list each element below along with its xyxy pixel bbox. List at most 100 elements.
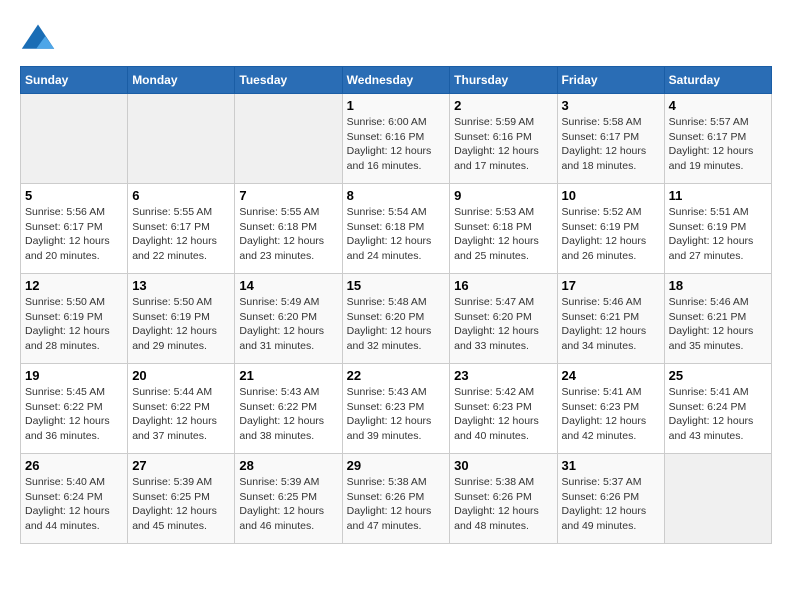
week-row-5: 26 Sunrise: 5:40 AM Sunset: 6:24 PM Dayli… xyxy=(21,454,772,544)
day-cell: 8Sunrise: 5:54 AM Sunset: 6:18 PM Daylig… xyxy=(342,184,450,274)
day-cell: 1 Sunrise: 6:00 AM Sunset: 6:16 PM Daylig… xyxy=(342,94,450,184)
day-number: 3 xyxy=(562,98,660,113)
day-info: Sunrise: 5:40 AM Sunset: 6:24 PM Dayligh… xyxy=(25,475,123,534)
weekday-tuesday: Tuesday xyxy=(235,67,342,94)
day-info: Sunrise: 5:46 AM Sunset: 6:21 PM Dayligh… xyxy=(669,295,767,354)
day-cell xyxy=(235,94,342,184)
day-number: 14 xyxy=(239,278,337,293)
day-number: 11 xyxy=(669,188,767,203)
day-cell: 15 Sunrise: 5:48 AM Sunset: 6:20 PM Dayli… xyxy=(342,274,450,364)
day-cell: 20Sunrise: 5:44 AM Sunset: 6:22 PM Dayli… xyxy=(128,364,235,454)
day-number: 9 xyxy=(454,188,552,203)
day-info: Sunrise: 5:39 AM Sunset: 6:25 PM Dayligh… xyxy=(132,475,230,534)
weekday-friday: Friday xyxy=(557,67,664,94)
day-number: 23 xyxy=(454,368,552,383)
day-number: 5 xyxy=(25,188,123,203)
day-info: Sunrise: 5:46 AM Sunset: 6:21 PM Dayligh… xyxy=(562,295,660,354)
day-info: Sunrise: 5:37 AM Sunset: 6:26 PM Dayligh… xyxy=(562,475,660,534)
day-number: 7 xyxy=(239,188,337,203)
day-cell: 27 Sunrise: 5:39 AM Sunset: 6:25 PM Dayli… xyxy=(128,454,235,544)
day-number: 4 xyxy=(669,98,767,113)
calendar-header: SundayMondayTuesdayWednesdayThursdayFrid… xyxy=(21,67,772,94)
day-cell: 9 Sunrise: 5:53 AM Sunset: 6:18 PM Daylig… xyxy=(450,184,557,274)
day-info: Sunrise: 5:52 AM Sunset: 6:19 PM Dayligh… xyxy=(562,205,660,264)
day-info: Sunrise: 5:58 AM Sunset: 6:17 PM Dayligh… xyxy=(562,115,660,174)
day-cell: 11 Sunrise: 5:51 AM Sunset: 6:19 PM Dayli… xyxy=(664,184,771,274)
day-cell: 12Sunrise: 5:50 AM Sunset: 6:19 PM Dayli… xyxy=(21,274,128,364)
day-info: Sunrise: 5:38 AM Sunset: 6:26 PM Dayligh… xyxy=(347,475,446,534)
day-cell: 19 Sunrise: 5:45 AM Sunset: 6:22 PM Dayli… xyxy=(21,364,128,454)
day-info: Sunrise: 5:41 AM Sunset: 6:24 PM Dayligh… xyxy=(669,385,767,444)
day-number: 15 xyxy=(347,278,446,293)
day-cell: 6 Sunrise: 5:55 AM Sunset: 6:17 PM Daylig… xyxy=(128,184,235,274)
day-cell: 26 Sunrise: 5:40 AM Sunset: 6:24 PM Dayli… xyxy=(21,454,128,544)
day-info: Sunrise: 5:57 AM Sunset: 6:17 PM Dayligh… xyxy=(669,115,767,174)
day-info: Sunrise: 5:45 AM Sunset: 6:22 PM Dayligh… xyxy=(25,385,123,444)
day-cell: 4 Sunrise: 5:57 AM Sunset: 6:17 PM Daylig… xyxy=(664,94,771,184)
day-cell: 5 Sunrise: 5:56 AM Sunset: 6:17 PM Daylig… xyxy=(21,184,128,274)
day-info: Sunrise: 5:43 AM Sunset: 6:23 PM Dayligh… xyxy=(347,385,446,444)
day-number: 2 xyxy=(454,98,552,113)
day-info: Sunrise: 5:50 AM Sunset: 6:19 PM Dayligh… xyxy=(25,295,123,354)
day-number: 6 xyxy=(132,188,230,203)
day-number: 27 xyxy=(132,458,230,473)
calendar-body: 1 Sunrise: 6:00 AM Sunset: 6:16 PM Daylig… xyxy=(21,94,772,544)
day-cell xyxy=(21,94,128,184)
day-info: Sunrise: 5:59 AM Sunset: 6:16 PM Dayligh… xyxy=(454,115,552,174)
day-cell: 18 Sunrise: 5:46 AM Sunset: 6:21 PM Dayli… xyxy=(664,274,771,364)
day-cell: 13 Sunrise: 5:50 AM Sunset: 6:19 PM Dayli… xyxy=(128,274,235,364)
day-info: Sunrise: 6:00 AM Sunset: 6:16 PM Dayligh… xyxy=(347,115,446,174)
day-cell: 21 Sunrise: 5:43 AM Sunset: 6:22 PM Dayli… xyxy=(235,364,342,454)
day-cell: 28Sunrise: 5:39 AM Sunset: 6:25 PM Dayli… xyxy=(235,454,342,544)
day-info: Sunrise: 5:51 AM Sunset: 6:19 PM Dayligh… xyxy=(669,205,767,264)
day-number: 30 xyxy=(454,458,552,473)
day-info: Sunrise: 5:48 AM Sunset: 6:20 PM Dayligh… xyxy=(347,295,446,354)
day-number: 1 xyxy=(347,98,446,113)
day-number: 8 xyxy=(347,188,446,203)
day-info: Sunrise: 5:56 AM Sunset: 6:17 PM Dayligh… xyxy=(25,205,123,264)
day-cell: 2 Sunrise: 5:59 AM Sunset: 6:16 PM Daylig… xyxy=(450,94,557,184)
day-number: 24 xyxy=(562,368,660,383)
day-cell: 25 Sunrise: 5:41 AM Sunset: 6:24 PM Dayli… xyxy=(664,364,771,454)
day-info: Sunrise: 5:38 AM Sunset: 6:26 PM Dayligh… xyxy=(454,475,552,534)
week-row-1: 1 Sunrise: 6:00 AM Sunset: 6:16 PM Daylig… xyxy=(21,94,772,184)
day-info: Sunrise: 5:42 AM Sunset: 6:23 PM Dayligh… xyxy=(454,385,552,444)
day-info: Sunrise: 5:50 AM Sunset: 6:19 PM Dayligh… xyxy=(132,295,230,354)
day-cell xyxy=(128,94,235,184)
day-cell: 30 Sunrise: 5:38 AM Sunset: 6:26 PM Dayli… xyxy=(450,454,557,544)
weekday-thursday: Thursday xyxy=(450,67,557,94)
day-cell: 22 Sunrise: 5:43 AM Sunset: 6:23 PM Dayli… xyxy=(342,364,450,454)
day-number: 22 xyxy=(347,368,446,383)
day-info: Sunrise: 5:47 AM Sunset: 6:20 PM Dayligh… xyxy=(454,295,552,354)
day-number: 26 xyxy=(25,458,123,473)
day-number: 29 xyxy=(347,458,446,473)
day-cell: 17 Sunrise: 5:46 AM Sunset: 6:21 PM Dayli… xyxy=(557,274,664,364)
day-number: 18 xyxy=(669,278,767,293)
logo xyxy=(20,20,62,56)
day-number: 31 xyxy=(562,458,660,473)
weekday-saturday: Saturday xyxy=(664,67,771,94)
day-cell xyxy=(664,454,771,544)
day-info: Sunrise: 5:53 AM Sunset: 6:18 PM Dayligh… xyxy=(454,205,552,264)
weekday-sunday: Sunday xyxy=(21,67,128,94)
day-info: Sunrise: 5:39 AM Sunset: 6:25 PM Dayligh… xyxy=(239,475,337,534)
week-row-3: 12Sunrise: 5:50 AM Sunset: 6:19 PM Dayli… xyxy=(21,274,772,364)
day-number: 13 xyxy=(132,278,230,293)
calendar: SundayMondayTuesdayWednesdayThursdayFrid… xyxy=(20,66,772,544)
day-cell: 14Sunrise: 5:49 AM Sunset: 6:20 PM Dayli… xyxy=(235,274,342,364)
day-number: 25 xyxy=(669,368,767,383)
day-info: Sunrise: 5:55 AM Sunset: 6:18 PM Dayligh… xyxy=(239,205,337,264)
day-info: Sunrise: 5:43 AM Sunset: 6:22 PM Dayligh… xyxy=(239,385,337,444)
day-number: 17 xyxy=(562,278,660,293)
day-cell: 7 Sunrise: 5:55 AM Sunset: 6:18 PM Daylig… xyxy=(235,184,342,274)
day-number: 10 xyxy=(562,188,660,203)
day-number: 19 xyxy=(25,368,123,383)
day-number: 21 xyxy=(239,368,337,383)
weekday-wednesday: Wednesday xyxy=(342,67,450,94)
week-row-4: 19 Sunrise: 5:45 AM Sunset: 6:22 PM Dayli… xyxy=(21,364,772,454)
day-cell: 24Sunrise: 5:41 AM Sunset: 6:23 PM Dayli… xyxy=(557,364,664,454)
day-info: Sunrise: 5:55 AM Sunset: 6:17 PM Dayligh… xyxy=(132,205,230,264)
day-info: Sunrise: 5:44 AM Sunset: 6:22 PM Dayligh… xyxy=(132,385,230,444)
day-cell: 29 Sunrise: 5:38 AM Sunset: 6:26 PM Dayli… xyxy=(342,454,450,544)
day-cell: 10 Sunrise: 5:52 AM Sunset: 6:19 PM Dayli… xyxy=(557,184,664,274)
